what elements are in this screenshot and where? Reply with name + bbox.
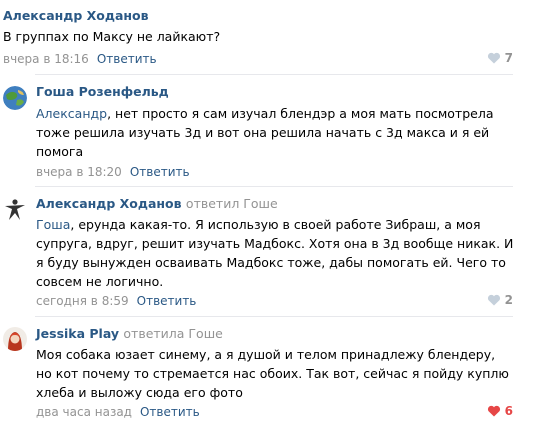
comment-meta: вчера в 18:20 Ответить: [36, 165, 190, 179]
comment-body: , ерунда какая-то. Я использую в своей р…: [36, 217, 514, 289]
reply-button[interactable]: Ответить: [97, 52, 157, 66]
like-count: 7: [504, 51, 513, 65]
comment-author: Jessika Play ответила Гоше: [36, 326, 223, 341]
heart-icon: [487, 405, 500, 417]
author-name[interactable]: Александр Ходанов: [36, 196, 182, 211]
like-button[interactable]: 7: [487, 51, 513, 65]
comment-time[interactable]: вчера в 18:20: [36, 165, 122, 179]
divider: [35, 316, 513, 317]
reply-button[interactable]: Ответить: [130, 165, 190, 179]
comment-time[interactable]: вчера в 18:16: [3, 52, 89, 66]
reply-button[interactable]: Ответить: [140, 405, 200, 419]
like-button[interactable]: 2: [487, 293, 513, 307]
heart-icon: [487, 52, 500, 64]
replied-to[interactable]: ответил Гоше: [186, 196, 278, 211]
mention-link[interactable]: Александр: [36, 106, 107, 121]
comment-author: Александр Ходанов ответил Гоше: [36, 196, 278, 211]
author-name[interactable]: Jessika Play: [36, 326, 119, 341]
comment-text: Александр, нет просто я сам изучал бленд…: [36, 104, 514, 161]
comment-time[interactable]: два часа назад: [36, 405, 132, 419]
like-count: 2: [504, 293, 513, 307]
replied-to[interactable]: ответила Гоше: [123, 326, 222, 341]
like-button[interactable]: 6: [487, 404, 513, 418]
comment-text: Моя собака юзает синему, а я душой и тел…: [36, 347, 509, 400]
comment-author[interactable]: Александр Ходанов: [3, 8, 149, 23]
avatar-girl-icon[interactable]: [3, 327, 27, 351]
comment-meta: два часа назад Ответить: [36, 405, 200, 419]
divider: [35, 186, 513, 187]
heart-icon: [487, 294, 500, 306]
mention-link[interactable]: Гоша: [36, 217, 70, 232]
reply-button[interactable]: Ответить: [137, 294, 197, 308]
comment-text: Гоша, ерунда какая-то. Я использую в сво…: [36, 215, 514, 291]
divider: [35, 74, 513, 75]
like-count: 6: [504, 404, 513, 418]
comment-meta: вчера в 18:16 Ответить: [3, 52, 157, 66]
comment-author[interactable]: Гоша Розенфельд: [36, 84, 169, 99]
avatar-globe-icon[interactable]: [3, 86, 27, 110]
comment-time[interactable]: сегодня в 8:59: [36, 294, 129, 308]
comment-text: В группах по Максу не лайкают?: [3, 29, 221, 44]
avatar-zbrush-icon[interactable]: [3, 198, 27, 222]
comment-meta: сегодня в 8:59 Ответить: [36, 294, 196, 308]
